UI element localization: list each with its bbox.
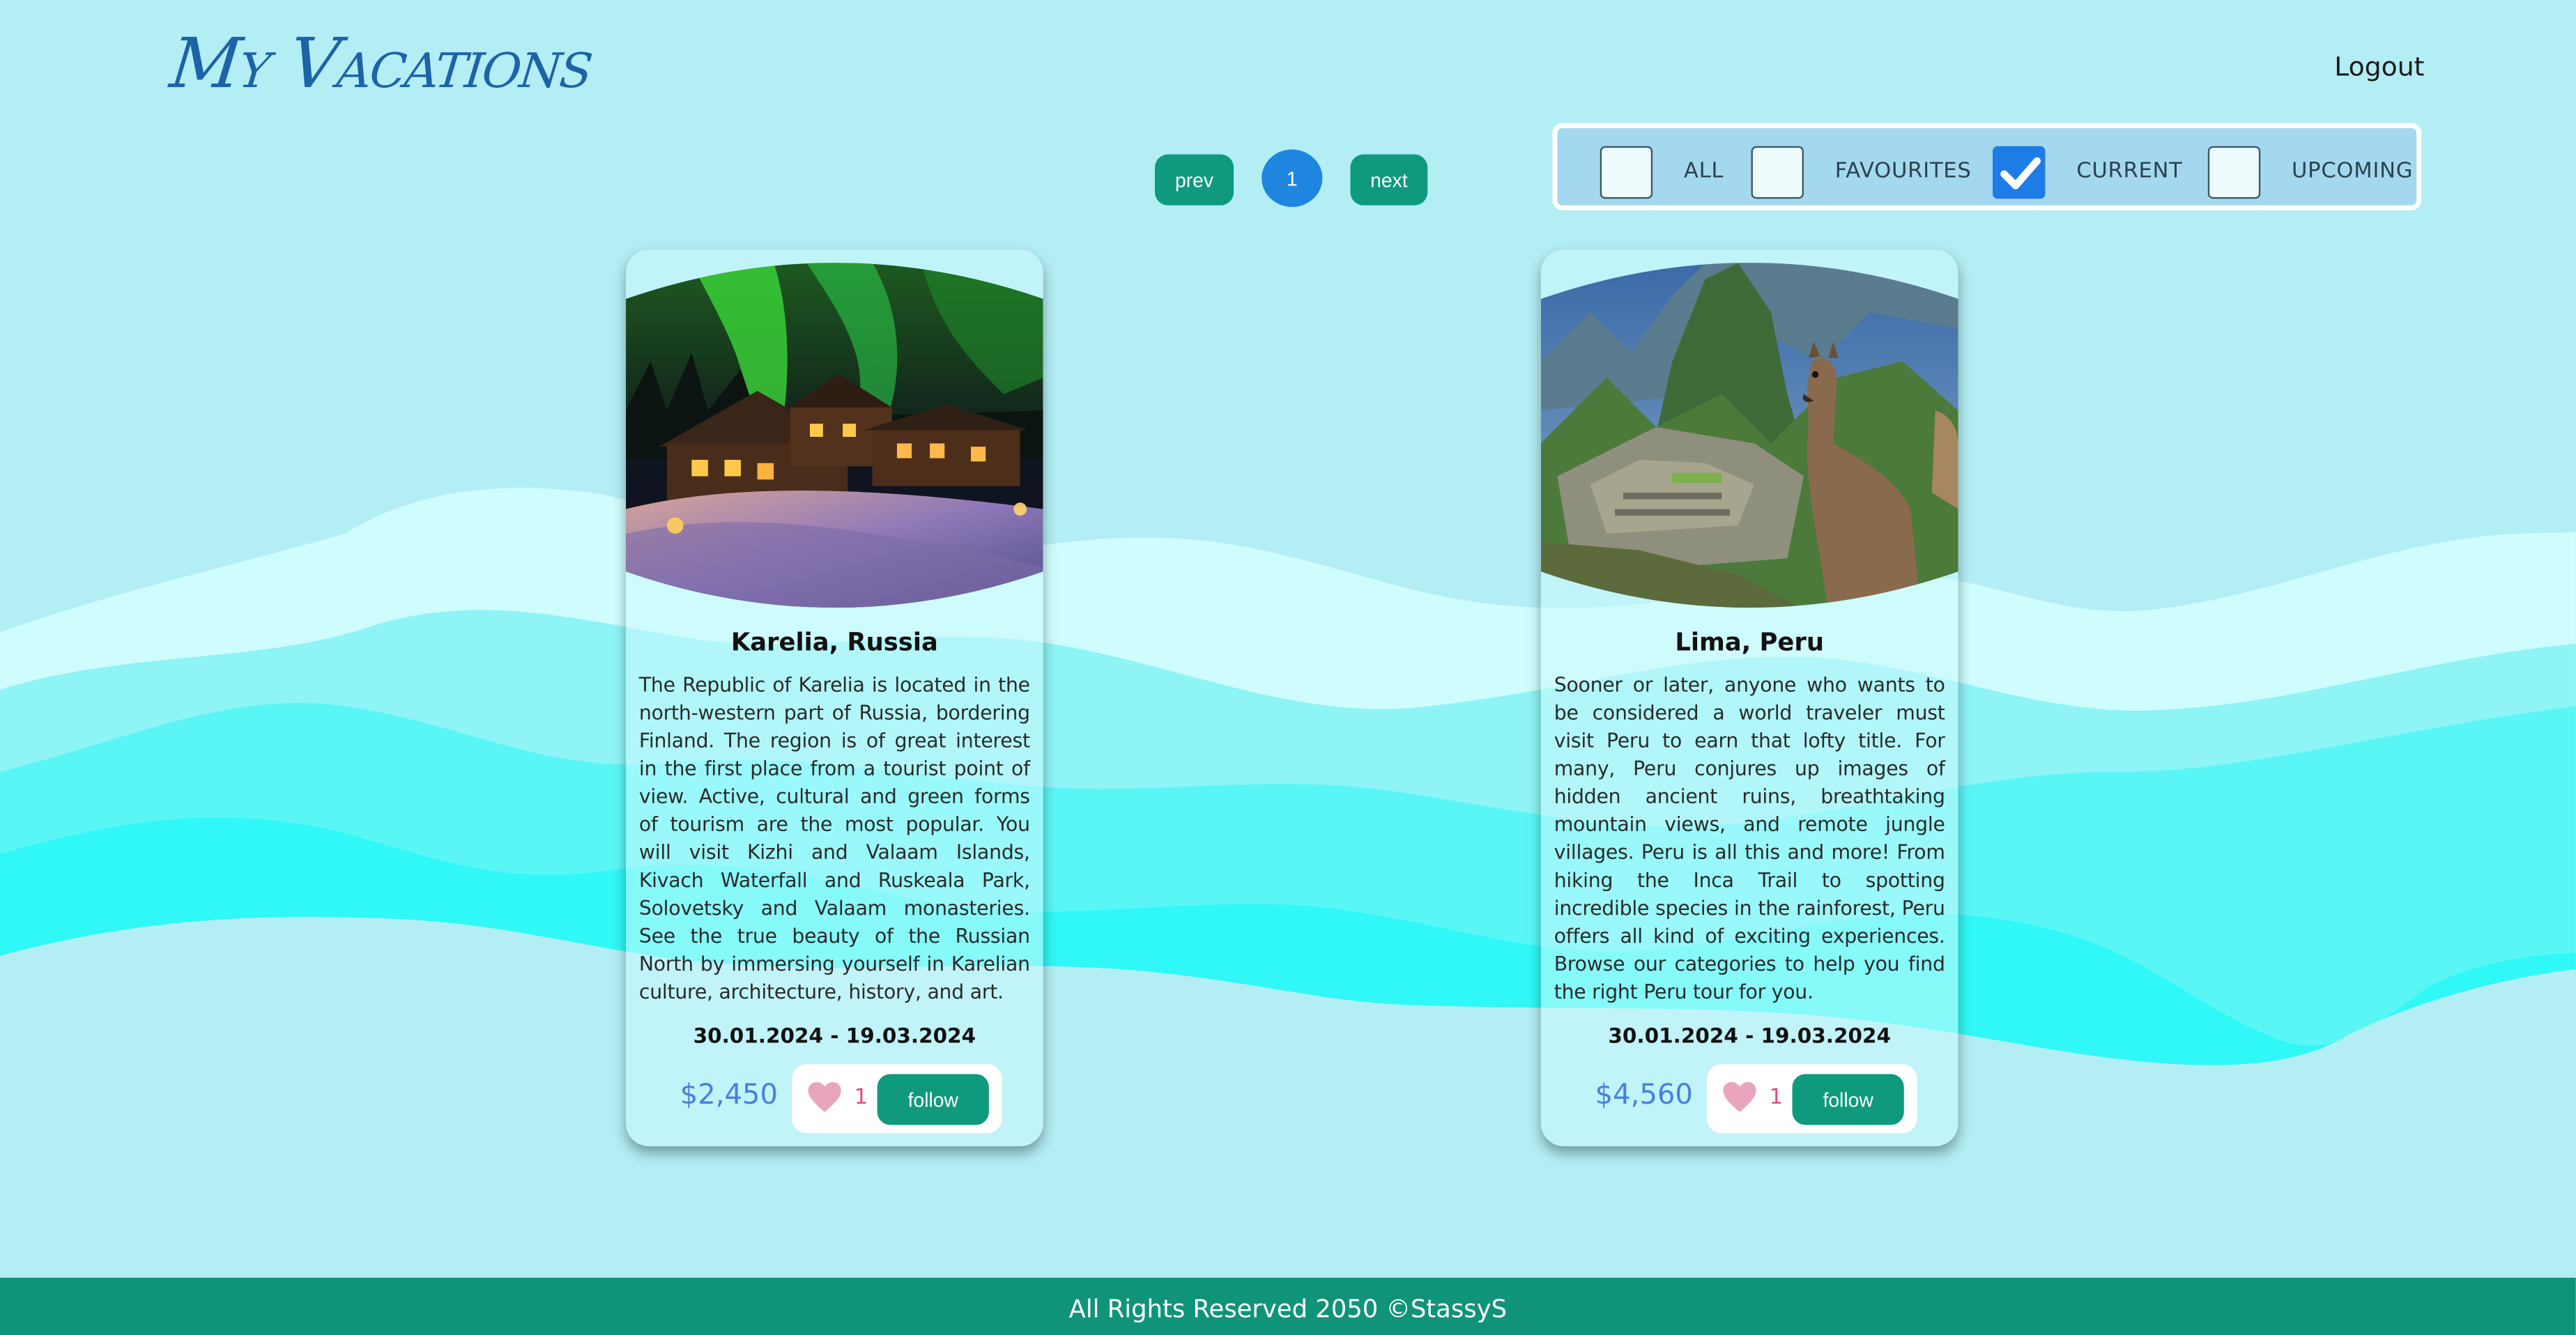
heart-icon[interactable] bbox=[806, 1081, 843, 1113]
vacation-card: Lima, Peru Sooner or later, anyone who w… bbox=[1540, 249, 1958, 1147]
footer-copyright: All Rights Reserved 2050 ©StassyS bbox=[0, 1277, 2576, 1335]
vacation-price: $4,560 bbox=[1595, 1079, 1693, 1112]
filter-current-checkbox[interactable] bbox=[1993, 146, 2046, 199]
app-logo[interactable]: My Vacations bbox=[167, 23, 596, 103]
heart-icon[interactable] bbox=[1722, 1081, 1758, 1113]
next-page-button[interactable]: next bbox=[1350, 154, 1428, 206]
filter-favourites-checkbox[interactable] bbox=[1751, 146, 1804, 199]
filter-bar: ALL FAVOURITES CURRENT UPCOMING bbox=[1552, 123, 2422, 210]
like-box: 1 follow bbox=[792, 1064, 1002, 1134]
follow-button[interactable]: follow bbox=[1792, 1074, 1904, 1125]
filter-all-label[interactable]: ALL bbox=[1684, 160, 1724, 184]
vacation-description: The Republic of Karelia is located in th… bbox=[638, 673, 1030, 1004]
page: My Vacations Logout prev 1 next ALL FAVO… bbox=[0, 0, 2576, 1335]
aurora-cabin-photo bbox=[626, 263, 1043, 608]
filter-upcoming-label[interactable]: UPCOMING bbox=[2292, 160, 2413, 184]
prev-page-button[interactable]: prev bbox=[1154, 154, 1234, 206]
filter-current-label[interactable]: CURRENT bbox=[2076, 160, 2182, 184]
vacation-description: Sooner or later, anyone who wants to be … bbox=[1554, 673, 1945, 1004]
follow-button[interactable]: follow bbox=[877, 1074, 989, 1125]
filter-favourites-label[interactable]: FAVOURITES bbox=[1835, 160, 1972, 184]
machu-picchu-llama-photo bbox=[1540, 263, 1958, 608]
filter-upcoming-checkbox[interactable] bbox=[2207, 146, 2261, 199]
vacation-card: Karelia, Russia The Republic of Karelia … bbox=[626, 249, 1043, 1147]
like-count: 1 bbox=[1769, 1085, 1784, 1111]
checkmark-icon bbox=[2000, 157, 2041, 190]
like-box: 1 follow bbox=[1706, 1064, 1917, 1134]
filter-all-checkbox[interactable] bbox=[1600, 146, 1653, 199]
current-page-indicator[interactable]: 1 bbox=[1262, 149, 1323, 207]
vacation-title: Karelia, Russia bbox=[730, 627, 938, 657]
vacation-dates: 30.01.2024 - 19.03.2024 bbox=[693, 1023, 976, 1048]
like-count: 1 bbox=[854, 1085, 868, 1111]
vacation-price: $2,450 bbox=[680, 1079, 779, 1112]
logout-link[interactable]: Logout bbox=[2334, 51, 2424, 82]
vacation-title: Lima, Peru bbox=[1675, 627, 1825, 657]
vacation-dates: 30.01.2024 - 19.03.2024 bbox=[1608, 1023, 1891, 1048]
